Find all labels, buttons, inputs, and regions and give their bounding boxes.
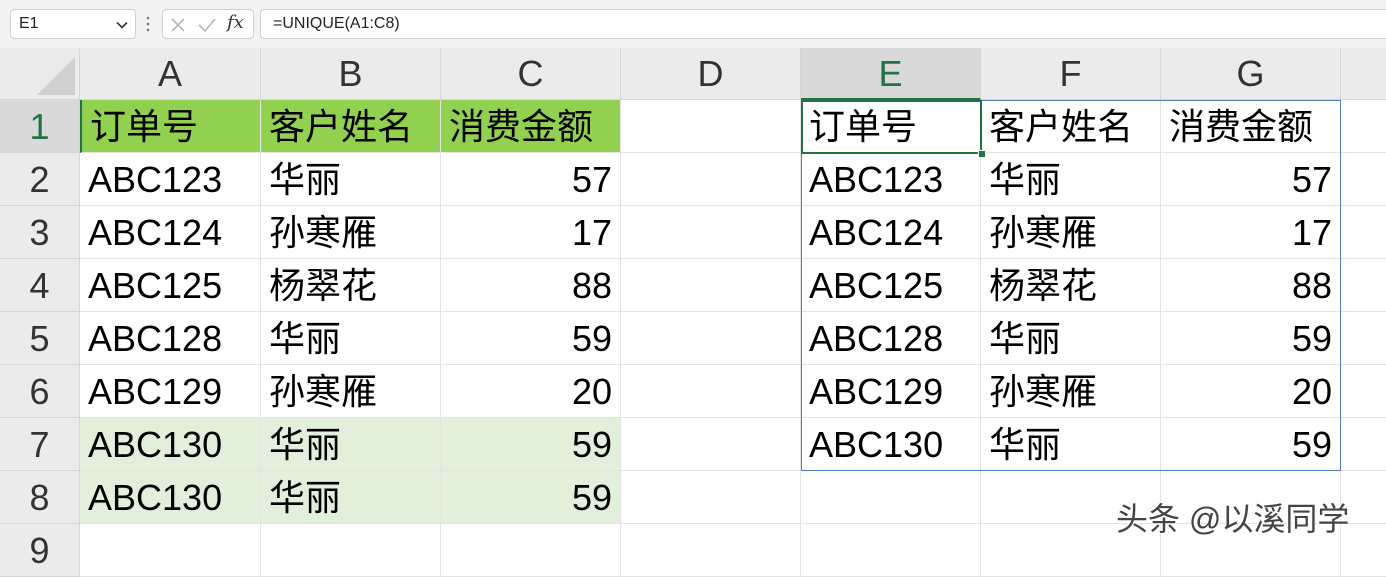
cell-d9[interactable] <box>621 524 801 577</box>
formula-toolbar: E1 fx =UNIQUE(A1:C8) <box>0 0 1386 49</box>
cell-e4[interactable]: ABC125 <box>801 259 981 312</box>
cell-e6[interactable]: ABC129 <box>801 365 981 418</box>
row-header-7[interactable]: 7 <box>0 418 80 471</box>
cell-f3[interactable]: 孙寒雁 <box>981 206 1161 259</box>
cell-a4[interactable]: ABC125 <box>80 259 261 312</box>
cell-d8[interactable] <box>621 471 801 524</box>
cell-e8[interactable] <box>801 471 981 524</box>
cell-e3[interactable]: ABC124 <box>801 206 981 259</box>
column-header-f[interactable]: F <box>981 48 1161 100</box>
formula-input[interactable]: =UNIQUE(A1:C8) <box>260 9 1386 39</box>
cell-f1[interactable]: 客户姓名 <box>981 100 1161 153</box>
cell-a2[interactable]: ABC123 <box>80 153 261 206</box>
cell-b6[interactable]: 孙寒雁 <box>261 365 441 418</box>
column-header-g[interactable]: G <box>1161 48 1341 100</box>
cancel-icon[interactable] <box>169 16 187 34</box>
cell-a7[interactable]: ABC130 <box>80 418 261 471</box>
cell-b3[interactable]: 孙寒雁 <box>261 206 441 259</box>
cell-d3[interactable] <box>621 206 801 259</box>
spreadsheet-grid: A B C D E F G 1 2 3 4 5 6 7 8 9 订单号 客户姓名… <box>0 48 1386 577</box>
cell-e7[interactable]: ABC130 <box>801 418 981 471</box>
cell-d6[interactable] <box>621 365 801 418</box>
cell-b8[interactable]: 华丽 <box>261 471 441 524</box>
row-header-3[interactable]: 3 <box>0 206 80 259</box>
cell-c9[interactable] <box>441 524 621 577</box>
row-header-6[interactable]: 6 <box>0 365 80 418</box>
cell-c8[interactable]: 59 <box>441 471 621 524</box>
cell-g4[interactable]: 88 <box>1161 259 1341 312</box>
cell-c6[interactable]: 20 <box>441 365 621 418</box>
cell-f2[interactable]: 华丽 <box>981 153 1161 206</box>
cell-b4[interactable]: 杨翠花 <box>261 259 441 312</box>
column-header-b[interactable]: B <box>261 48 441 100</box>
cell-d7[interactable] <box>621 418 801 471</box>
cell-c4[interactable]: 88 <box>441 259 621 312</box>
grip-dots-icon[interactable] <box>145 14 151 34</box>
cell-f6[interactable]: 孙寒雁 <box>981 365 1161 418</box>
cell-h2[interactable] <box>1341 153 1386 206</box>
cell-b9[interactable] <box>261 524 441 577</box>
column-header-c[interactable]: C <box>441 48 621 100</box>
column-header-h-partial[interactable] <box>1341 48 1386 100</box>
cell-a1[interactable]: 订单号 <box>80 100 261 153</box>
formula-actions: fx <box>162 9 254 39</box>
row-header-2[interactable]: 2 <box>0 153 80 206</box>
insert-function-icon[interactable]: fx <box>227 12 244 33</box>
cell-c1[interactable]: 消费金额 <box>441 100 621 153</box>
cell-e2[interactable]: ABC123 <box>801 153 981 206</box>
cell-f5[interactable]: 华丽 <box>981 312 1161 365</box>
row-header-1[interactable]: 1 <box>0 100 80 153</box>
cell-g1[interactable]: 消费金额 <box>1161 100 1341 153</box>
cell-d1[interactable] <box>621 100 801 153</box>
cell-g7[interactable]: 59 <box>1161 418 1341 471</box>
row-header-8[interactable]: 8 <box>0 471 80 524</box>
name-box-value: E1 <box>19 15 39 32</box>
column-header-d[interactable]: D <box>621 48 801 100</box>
cell-c7[interactable]: 59 <box>441 418 621 471</box>
cell-g6[interactable]: 20 <box>1161 365 1341 418</box>
cell-g2[interactable]: 57 <box>1161 153 1341 206</box>
cell-f4[interactable]: 杨翠花 <box>981 259 1161 312</box>
cell-c3[interactable]: 17 <box>441 206 621 259</box>
cell-b5[interactable]: 华丽 <box>261 312 441 365</box>
cell-h4[interactable] <box>1341 259 1386 312</box>
cell-f7[interactable]: 华丽 <box>981 418 1161 471</box>
cell-h5[interactable] <box>1341 312 1386 365</box>
chevron-down-icon[interactable] <box>115 18 129 32</box>
cell-g3[interactable]: 17 <box>1161 206 1341 259</box>
cell-b1[interactable]: 客户姓名 <box>261 100 441 153</box>
cell-e9[interactable] <box>801 524 981 577</box>
cell-a8[interactable]: ABC130 <box>80 471 261 524</box>
name-box[interactable]: E1 <box>10 9 136 39</box>
cell-d4[interactable] <box>621 259 801 312</box>
column-header-a[interactable]: A <box>80 48 261 100</box>
cell-h1[interactable] <box>1341 100 1386 153</box>
cell-g5[interactable]: 59 <box>1161 312 1341 365</box>
check-icon[interactable] <box>197 16 217 34</box>
cell-e1[interactable]: 订单号 <box>801 100 981 153</box>
cell-a3[interactable]: ABC124 <box>80 206 261 259</box>
row-header-9[interactable]: 9 <box>0 524 80 577</box>
select-all-icon <box>37 57 75 95</box>
watermark: 头条 @以溪同学 <box>1116 501 1350 537</box>
row-header-5[interactable]: 5 <box>0 312 80 365</box>
cell-e5[interactable]: ABC128 <box>801 312 981 365</box>
cell-h3[interactable] <box>1341 206 1386 259</box>
row-header-4[interactable]: 4 <box>0 259 80 312</box>
select-all-corner[interactable] <box>0 48 80 100</box>
cell-c5[interactable]: 59 <box>441 312 621 365</box>
formula-text: =UNIQUE(A1:C8) <box>273 15 400 32</box>
cell-b7[interactable]: 华丽 <box>261 418 441 471</box>
cell-a6[interactable]: ABC129 <box>80 365 261 418</box>
cell-h6[interactable] <box>1341 365 1386 418</box>
cell-d5[interactable] <box>621 312 801 365</box>
cell-h7[interactable] <box>1341 418 1386 471</box>
cell-a9[interactable] <box>80 524 261 577</box>
cell-a5[interactable]: ABC128 <box>80 312 261 365</box>
column-header-e[interactable]: E <box>801 48 981 100</box>
cell-b2[interactable]: 华丽 <box>261 153 441 206</box>
cell-c2[interactable]: 57 <box>441 153 621 206</box>
cell-d2[interactable] <box>621 153 801 206</box>
